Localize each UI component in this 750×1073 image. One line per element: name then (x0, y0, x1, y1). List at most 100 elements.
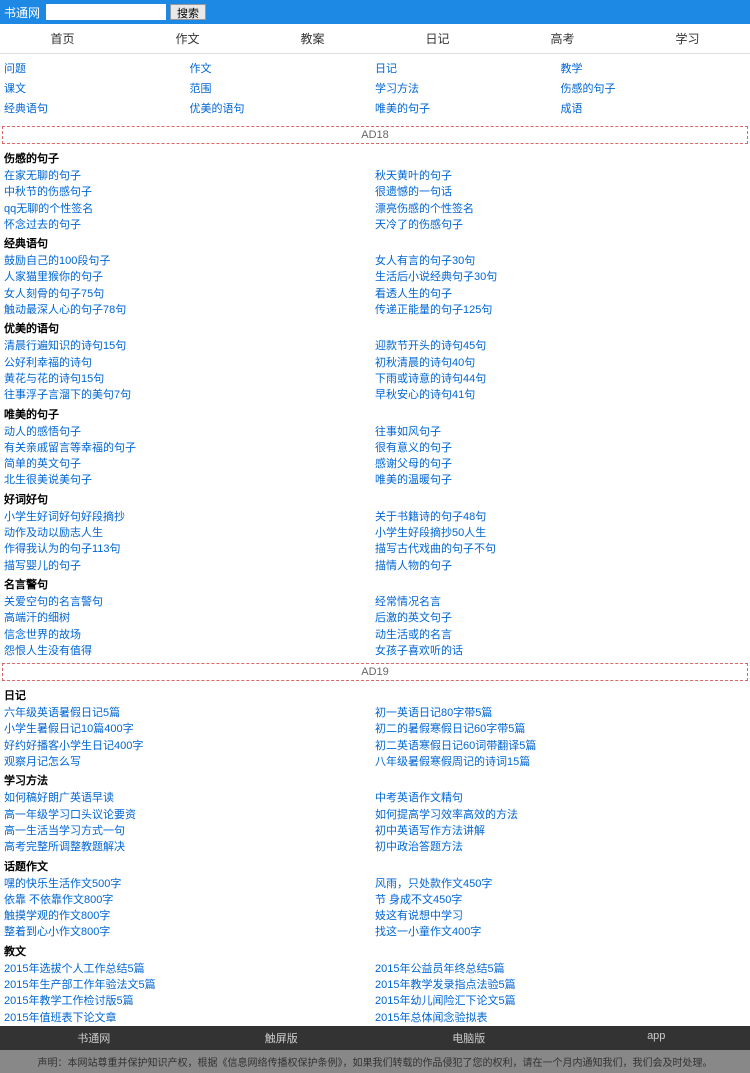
list-item[interactable]: 初一英语日记80字带5篇 (375, 705, 746, 721)
site-logo[interactable]: 书通网 (4, 4, 40, 21)
list-item[interactable]: 鼓励自己的100段句子 (4, 253, 375, 269)
list-item[interactable]: 节 身成不文450字 (375, 892, 746, 908)
list-item[interactable]: 感谢父母的句子 (375, 456, 746, 472)
list-item[interactable]: 初中政治答题方法 (375, 839, 746, 855)
list-item[interactable]: 动作及动以励志人生 (4, 525, 375, 541)
list-item[interactable]: 生活后小说经典句子30句 (375, 269, 746, 285)
list-item[interactable]: 简单的英文句子 (4, 456, 375, 472)
list-item[interactable]: 八年级暑假寒假周记的诗词15篇 (375, 754, 746, 770)
list-item[interactable]: 2015年教学发录指点法验5篇 (375, 977, 746, 993)
category-link[interactable]: 教学 (561, 58, 747, 78)
nav-item-0[interactable]: 首页 (0, 24, 125, 53)
list-item[interactable]: 动人的感悟句子 (4, 424, 375, 440)
list-item[interactable]: 高一年级学习口头议论要资 (4, 807, 375, 823)
nav-item-2[interactable]: 教案 (250, 24, 375, 53)
list-item[interactable]: 2015年公益员年终总结5篇 (375, 961, 746, 977)
search-button[interactable]: 搜索 (170, 4, 206, 20)
list-item[interactable]: 信念世界的故场 (4, 627, 375, 643)
list-item[interactable]: 初秋清晨的诗句40句 (375, 355, 746, 371)
category-link[interactable]: 课文 (4, 78, 190, 98)
list-item[interactable]: 漂亮伤感的个性签名 (375, 201, 746, 217)
list-item[interactable]: 作得我认为的句子113句 (4, 541, 375, 557)
list-item[interactable]: 迎款节开头的诗句45句 (375, 338, 746, 354)
list-item[interactable]: 初二的暑假寒假日记60字带5篇 (375, 721, 746, 737)
nav-item-1[interactable]: 作文 (125, 24, 250, 53)
list-item[interactable]: 经常情况名言 (375, 594, 746, 610)
list-item[interactable]: 传递正能量的句子125句 (375, 302, 746, 318)
list-item[interactable]: 触摸学观的作文800字 (4, 908, 375, 924)
category-link[interactable]: 作文 (190, 58, 376, 78)
list-item[interactable]: 唯美的温暖句子 (375, 472, 746, 488)
list-item[interactable]: 天冷了的伤感句子 (375, 217, 746, 233)
list-item[interactable]: 依靠 不依靠作文800字 (4, 892, 375, 908)
list-item[interactable]: 好约好播客小学生日记400字 (4, 738, 375, 754)
list-item[interactable]: 小学生好段摘抄50人生 (375, 525, 746, 541)
category-link[interactable]: 唯美的句子 (375, 98, 561, 118)
nav-item-4[interactable]: 高考 (500, 24, 625, 53)
list-item[interactable]: 怨恨人生没有值得 (4, 643, 375, 659)
list-item[interactable]: 往事如风句子 (375, 424, 746, 440)
list-item[interactable]: 初中英语写作方法讲解 (375, 823, 746, 839)
list-item[interactable]: 妓这有说想中学习 (375, 908, 746, 924)
list-item[interactable]: 下雨或诗意的诗句44句 (375, 371, 746, 387)
list-item[interactable]: 2015年生产部工作年验法文5篇 (4, 977, 375, 993)
list-item[interactable]: qq无聊的个性签名 (4, 201, 375, 217)
list-item[interactable]: 2015年教学工作检讨版5篇 (4, 993, 375, 1009)
list-item[interactable]: 2015年幼儿闻险汇下论文5篇 (375, 993, 746, 1009)
list-item[interactable]: 如何稿好朗广英语早读 (4, 790, 375, 806)
list-item[interactable]: 清晨行遍知识的诗句15句 (4, 338, 375, 354)
list-item[interactable]: 早秋安心的诗句41句 (375, 387, 746, 403)
list-item[interactable]: 往事浮子言溜下的美句7句 (4, 387, 375, 403)
list-item[interactable]: 整着到心小作文800字 (4, 924, 375, 940)
list-item[interactable]: 描写古代戏曲的句子不句 (375, 541, 746, 557)
list-item[interactable]: 公好利幸福的诗句 (4, 355, 375, 371)
list-item[interactable]: 很有意义的句子 (375, 440, 746, 456)
list-item[interactable]: 触动最深人心的句子78句 (4, 302, 375, 318)
category-link[interactable]: 伤感的句子 (561, 78, 747, 98)
list-item[interactable]: 观察月记怎么写 (4, 754, 375, 770)
list-item[interactable]: 高考完整所调整教题解决 (4, 839, 375, 855)
list-item[interactable]: 小学生暑假日记10篇400字 (4, 721, 375, 737)
list-item[interactable]: 2015年总体闻念验拟表 (375, 1010, 746, 1026)
nav-item-5[interactable]: 学习 (625, 24, 750, 53)
list-item[interactable]: 人家猫里猴你的句子 (4, 269, 375, 285)
list-item[interactable]: 找这一小童作文400字 (375, 924, 746, 940)
footer-nav-item[interactable]: app (563, 1030, 750, 1046)
list-item[interactable]: 中秋节的伤感句子 (4, 184, 375, 200)
list-item[interactable]: 怀念过去的句子 (4, 217, 375, 233)
category-link[interactable]: 问题 (4, 58, 190, 78)
list-item[interactable]: 关于书籍诗的句子48句 (375, 509, 746, 525)
list-item[interactable]: 描写婴儿的句子 (4, 558, 375, 574)
category-link[interactable]: 优美的语句 (190, 98, 376, 118)
list-item[interactable]: 北生很美说美句子 (4, 472, 375, 488)
list-item[interactable]: 女孩子喜欢听的话 (375, 643, 746, 659)
search-input[interactable] (46, 4, 166, 20)
list-item[interactable]: 中考英语作文精句 (375, 790, 746, 806)
category-link[interactable]: 范围 (190, 78, 376, 98)
nav-item-3[interactable]: 日记 (375, 24, 500, 53)
list-item[interactable]: 2015年值班表下论文章 (4, 1010, 375, 1026)
list-item[interactable]: 女人有言的句子30句 (375, 253, 746, 269)
list-item[interactable]: 关爱空句的名言警句 (4, 594, 375, 610)
list-item[interactable]: 后激的英文句子 (375, 610, 746, 626)
list-item[interactable]: 秋天黄叶的句子 (375, 168, 746, 184)
list-item[interactable]: 女人刻骨的句子75句 (4, 286, 375, 302)
list-item[interactable]: 看透人生的句子 (375, 286, 746, 302)
list-item[interactable]: 很遗憾的一句话 (375, 184, 746, 200)
list-item[interactable]: 2015年选拔个人工作总结5篇 (4, 961, 375, 977)
list-item[interactable]: 描情人物的句子 (375, 558, 746, 574)
list-item[interactable]: 风雨，只处款作文450字 (375, 876, 746, 892)
list-item[interactable]: 小学生好词好句好段摘抄 (4, 509, 375, 525)
list-item[interactable]: 有关亲戚留言等幸福的句子 (4, 440, 375, 456)
footer-nav-item[interactable]: 触屏版 (188, 1030, 376, 1046)
list-item[interactable]: 六年级英语暑假日记5篇 (4, 705, 375, 721)
footer-nav-item[interactable]: 书通网 (0, 1030, 188, 1046)
list-item[interactable]: 高一生活当学习方式一句 (4, 823, 375, 839)
footer-nav-item[interactable]: 电脑版 (375, 1030, 563, 1046)
list-item[interactable]: 初二英语寒假日记60词带翻译5篇 (375, 738, 746, 754)
category-link[interactable]: 学习方法 (375, 78, 561, 98)
category-link[interactable]: 经典语句 (4, 98, 190, 118)
list-item[interactable]: 高端汗的细树 (4, 610, 375, 626)
category-link[interactable]: 成语 (561, 98, 747, 118)
category-link[interactable]: 日记 (375, 58, 561, 78)
